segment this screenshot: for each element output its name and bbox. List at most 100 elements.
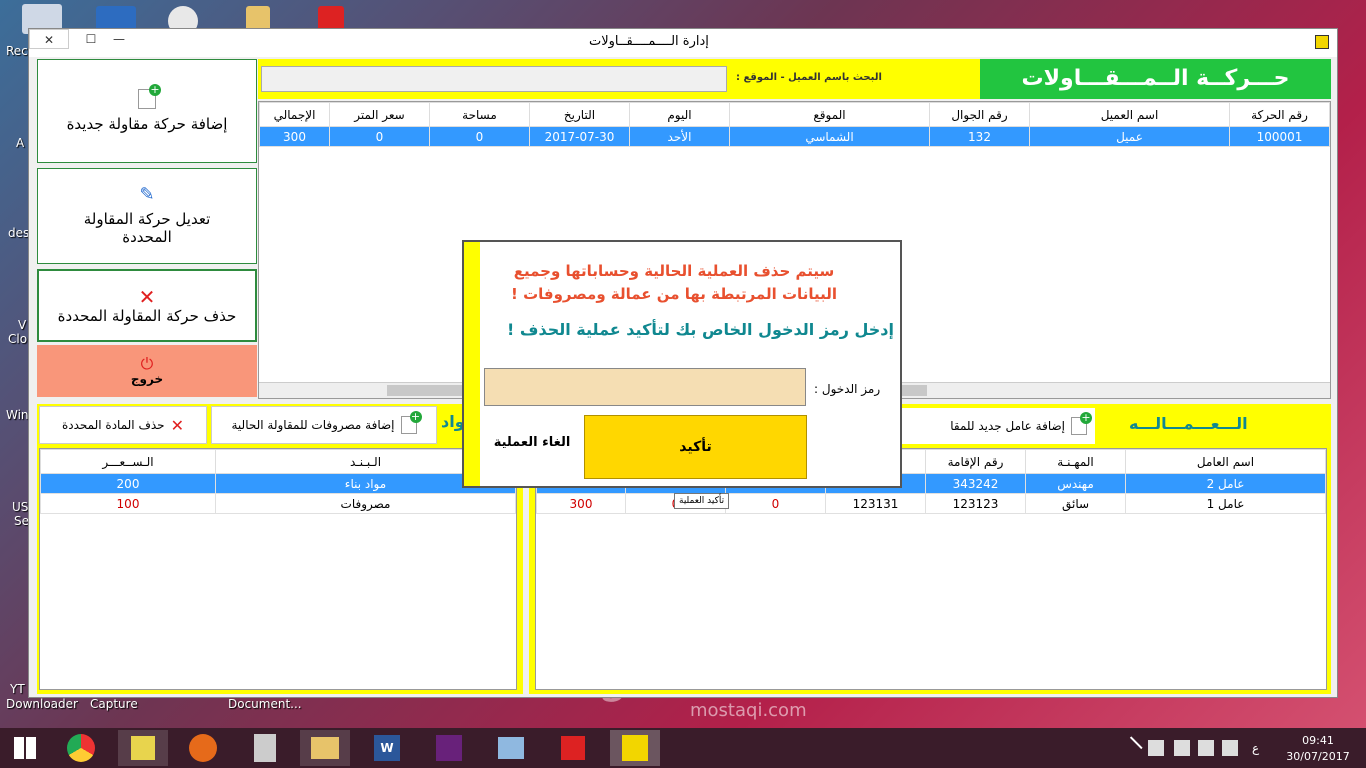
tray-network-icon[interactable]: [1148, 740, 1164, 756]
add-document-icon: +: [138, 84, 161, 109]
desktop-label: Downloader: [6, 697, 78, 711]
clock-date[interactable]: 30/07/2017: [1284, 750, 1352, 763]
materials-table[interactable]: الـبـنـد الـســعـــر مواد بناء 200 مصروف…: [39, 448, 517, 690]
table-cell: مصروفات: [215, 493, 516, 514]
tray-battery-icon[interactable]: [1198, 740, 1214, 756]
table-cell: 132: [929, 126, 1030, 147]
password-field[interactable]: [484, 368, 806, 406]
chrome-icon[interactable]: [56, 730, 106, 766]
confirm-button[interactable]: تأكيد: [584, 415, 807, 479]
column-header[interactable]: اسم العامل: [1125, 449, 1326, 474]
delete-contract-label: حذف حركة المقاولة المحددة: [57, 306, 237, 325]
add-worker-button[interactable]: إضافة عامل جديد للمقا +: [899, 408, 1095, 444]
add-worker-label: إضافة عامل جديد للمقا: [950, 419, 1065, 433]
table-row[interactable]: مصروفات 100: [40, 493, 516, 514]
title-bar: ✕ ☐ — إدارة الــــمــــقــاولات: [29, 29, 1337, 57]
table-cell: 123131: [825, 493, 926, 514]
add-document-icon: +: [1071, 412, 1092, 435]
visual-studio-icon[interactable]: [424, 730, 474, 766]
table-cell: 123123: [925, 493, 1026, 514]
desktop-label: V: [18, 318, 27, 332]
firefox-icon[interactable]: [178, 730, 228, 766]
search-input[interactable]: [261, 66, 727, 92]
word-icon[interactable]: W: [362, 730, 412, 766]
password-label: رمز الدخول :: [814, 382, 881, 396]
column-header[interactable]: اسم العميل: [1029, 102, 1230, 127]
column-header[interactable]: مساحة: [429, 102, 530, 127]
desktop-label: des: [8, 226, 30, 240]
taskbar: W ع 09:41 30/07/2017: [0, 728, 1366, 768]
table-cell: 100001: [1229, 126, 1330, 147]
table-cell: مهندس: [1025, 473, 1126, 494]
desktop-label: A: [16, 136, 25, 150]
column-header[interactable]: المهـنـة: [1025, 449, 1126, 474]
desktop-label: Se: [14, 514, 29, 528]
table-row[interactable]: 100001 عميل 132 الشماسي الأحد 2017-07-30…: [259, 126, 1330, 147]
column-header[interactable]: رقم الإقامة: [925, 449, 1026, 474]
add-contract-label: إضافة حركة مقاولة جديدة: [66, 115, 228, 133]
tray-volume-icon[interactable]: [1222, 740, 1238, 756]
delete-warning-text: سيتم حذف العملية الحالية وحساباتها وجميع…: [511, 262, 837, 303]
desktop-label: YT: [10, 682, 25, 696]
column-header[interactable]: رقم الحركة: [1229, 102, 1330, 127]
app-logo-icon: [1315, 35, 1329, 49]
column-header[interactable]: رقم الجوال: [929, 102, 1030, 127]
desktop-label: Rec: [6, 44, 28, 58]
network-icon[interactable]: [486, 730, 536, 766]
file-explorer-icon[interactable]: [300, 730, 350, 766]
table-row[interactable]: مواد بناء 200: [40, 473, 516, 494]
table-cell: 300: [259, 126, 330, 147]
desktop-label: Capture: [90, 697, 138, 711]
search-bar: البحث باسم العميل - الموقع :: [258, 59, 980, 99]
edit-contract-button[interactable]: ✎ تعديل حركة المقاولة المحددة: [37, 168, 257, 264]
table-cell: 300: [536, 493, 626, 514]
minimize-icon[interactable]: —: [105, 29, 133, 49]
delete-prompt-text: إدخل رمز الدخول الخاص بك لتأكيد عملية ال…: [507, 320, 894, 339]
delete-x-icon: ✕: [138, 284, 156, 309]
column-header[interactable]: اليوم: [629, 102, 730, 127]
delete-dialog: سيتم حذف العملية الحالية وحساباتها وجميع…: [462, 240, 902, 488]
tray-chevron-icon[interactable]: [1121, 736, 1143, 758]
edit-pencil-icon: ✎: [139, 184, 155, 205]
desktop-label: Win: [6, 408, 29, 422]
desktop-label: US: [12, 500, 29, 514]
desktop-label: Clo: [8, 332, 28, 346]
column-header[interactable]: سعر المتر: [329, 102, 430, 127]
tool-icon[interactable]: [118, 730, 168, 766]
delete-item-label: حذف المادة المحددة: [62, 418, 165, 432]
dialog-accent-bar: [464, 242, 480, 486]
power-icon: ⏻: [140, 354, 154, 373]
maximize-icon[interactable]: ☐: [77, 29, 105, 49]
page-title: حـــركــة الــمـــقـــاولات: [980, 59, 1331, 99]
column-header[interactable]: الإجمالي: [259, 102, 330, 127]
app-taskbar-icon[interactable]: [610, 730, 660, 766]
table-cell: 0: [725, 493, 826, 514]
table-cell: الشماسي: [729, 126, 930, 147]
column-header[interactable]: التاريخ: [529, 102, 630, 127]
search-label: البحث باسم العميل - الموقع :: [736, 72, 882, 83]
column-header[interactable]: الـســعـــر: [40, 449, 216, 474]
add-expense-button[interactable]: + إضافة مصروفات للمقاولة الحالية: [211, 406, 437, 444]
cancel-button[interactable]: الغاء العملية: [484, 415, 580, 479]
acrobat-icon[interactable]: [548, 730, 598, 766]
exit-button[interactable]: ⏻ خروج: [37, 345, 257, 397]
workers-heading: الـــعـــمـــالـــه: [1129, 414, 1248, 433]
delete-item-button[interactable]: ✕ حذف المادة المحددة: [39, 406, 207, 444]
exit-label: خروج: [130, 372, 164, 386]
desktop-label: Document...: [228, 697, 302, 711]
tooltip: تأكيد العملية: [674, 493, 730, 509]
ime-indicator[interactable]: ع: [1252, 741, 1259, 755]
edit-contract-label: تعديل حركة المقاولة المحددة: [83, 210, 211, 246]
window-title: إدارة الــــمــــقــاولات: [589, 34, 709, 49]
calculator-icon[interactable]: [240, 730, 290, 766]
add-contract-button[interactable]: + إضافة حركة مقاولة جديدة: [37, 59, 257, 163]
clock-time[interactable]: 09:41: [1290, 734, 1346, 747]
column-header[interactable]: الموقع: [729, 102, 930, 127]
table-cell: عامل 1: [1125, 493, 1326, 514]
close-icon[interactable]: ✕: [29, 29, 69, 49]
table-row[interactable]: عامل 1 سائق 123123 123131 0 0 300: [536, 493, 1326, 514]
windows-start-icon[interactable]: [0, 730, 50, 766]
add-expense-label: إضافة مصروفات للمقاولة الحالية: [231, 418, 395, 432]
delete-contract-button[interactable]: ✕ حذف حركة المقاولة المحددة: [37, 269, 257, 342]
tray-flag-icon[interactable]: [1174, 740, 1190, 756]
